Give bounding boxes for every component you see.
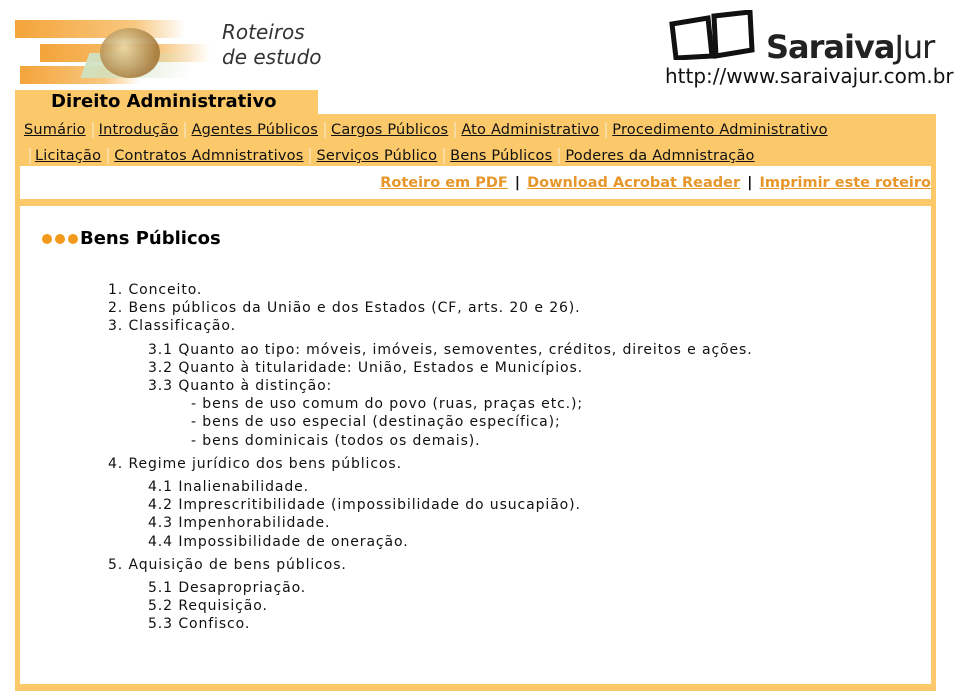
separator: | (514, 174, 521, 191)
outline-item-level-1: 4. Regime jurídico dos bens públicos. (108, 455, 402, 472)
nav-link-ato-administrativo[interactable]: Ato Administrativo (454, 122, 605, 138)
brand-name-bold: Saraiva (766, 28, 895, 66)
print-link[interactable]: Imprimir este roteiro (759, 175, 931, 191)
nav-row-1: Sumário Introdução Agentes Públicos Carg… (21, 117, 834, 143)
outline-item-level-2: 5.3 Confisco. (148, 616, 251, 633)
section-title-tab: Direito Administrativo (15, 90, 318, 116)
logo-line-1: Roteiros (222, 20, 305, 44)
outline-item-level-2: 4.3 Impenhorabilidade. (148, 515, 331, 532)
quill-icon (100, 28, 160, 78)
main-panel: Sumário Introdução Agentes Públicos Carg… (15, 114, 936, 691)
roteiros-logo-text: Roteiros de estudo (222, 20, 322, 70)
nav-link-cargos-publicos[interactable]: Cargos Públicos (324, 122, 454, 138)
tools-bar: Roteiro em PDF | Download Acrobat Reader… (20, 166, 931, 199)
saraivajur-logo[interactable]: SaraivaJur (668, 8, 960, 68)
nav-link-contratos-administrativos[interactable]: Contratos Admnistrativos (107, 148, 309, 164)
roteiro-pdf-link[interactable]: Roteiro em PDF (380, 175, 508, 191)
logo-line-2: de estudo (222, 45, 322, 69)
nav-link-bens-publicos[interactable]: Bens Públicos (443, 148, 558, 164)
outline-item-level-1: 2. Bens públicos da União e dos Estados … (108, 300, 581, 317)
outline-item-level-2: 4.2 Imprescritibilidade (impossibilidade… (148, 497, 581, 514)
nav-link-poderes-da-administracao[interactable]: Poderes da Admnistração (558, 148, 760, 164)
topic-outline: 1. Conceito. 2. Bens públicos da União e … (108, 281, 753, 634)
outline-item-level-1: 5. Aquisição de bens públicos. (108, 556, 347, 573)
outline-item-level-2: 3.1 Quanto ao tipo: móveis, imóveis, sem… (148, 341, 753, 358)
outline-item-level-2: 3.3 Quanto à distinção: (148, 378, 333, 395)
roteiros-logo-art (15, 8, 210, 84)
section-title: Direito Administrativo (51, 91, 277, 112)
outline-item-level-2: 5.2 Requisição. (148, 598, 268, 615)
logo-stripe (15, 20, 185, 38)
nav-link-servicos-publico[interactable]: Serviços Público (309, 148, 443, 164)
site-url: http://www.saraivajur.com.br (665, 64, 954, 88)
outline-item-level-2: 3.2 Quanto à titularidade: União, Estado… (148, 359, 583, 376)
nav-link-procedimento-administrativo[interactable]: Procedimento Administrativo (605, 122, 833, 138)
outline-item-level-3: - bens de uso comum do povo (ruas, praça… (191, 396, 584, 413)
outline-item-level-1: 3. Classificação. (108, 318, 236, 335)
outline-item-level-3: - bens de uso especial (destinação espec… (191, 414, 561, 431)
download-acrobat-link[interactable]: Download Acrobat Reader (527, 175, 740, 191)
outline-item-level-1: 1. Conceito. (108, 282, 203, 298)
open-book-icon (669, 10, 755, 60)
nav-link-licitacao[interactable]: Licitação (29, 148, 107, 164)
page-title: Bens Públicos (80, 228, 221, 249)
bullet-dots-icon (42, 233, 78, 244)
nav-link-sumario[interactable]: Sumário (21, 122, 92, 138)
nav-link-agentes-publicos[interactable]: Agentes Públicos (184, 122, 324, 138)
outline-item-level-3: - bens dominicais (todos os demais). (191, 432, 481, 449)
outline-item-level-2: 4.1 Inalienabilidade. (148, 479, 310, 496)
nav-link-introducao[interactable]: Introdução (91, 122, 185, 138)
brand-name: SaraivaJur (766, 28, 935, 66)
content-area: Bens Públicos 1. Conceito. 2. Bens públic… (20, 206, 931, 684)
page-header: Roteiros de estudo SaraivaJur http://www… (0, 0, 960, 90)
separator: | (747, 174, 753, 191)
brand-name-regular: Jur (894, 28, 935, 66)
page-heading: Bens Públicos (42, 228, 221, 249)
outline-item-level-2: 5.1 Desapropriação. (148, 580, 307, 597)
outline-item-level-2: 4.4 Impossibilidade de oneração. (148, 533, 409, 550)
